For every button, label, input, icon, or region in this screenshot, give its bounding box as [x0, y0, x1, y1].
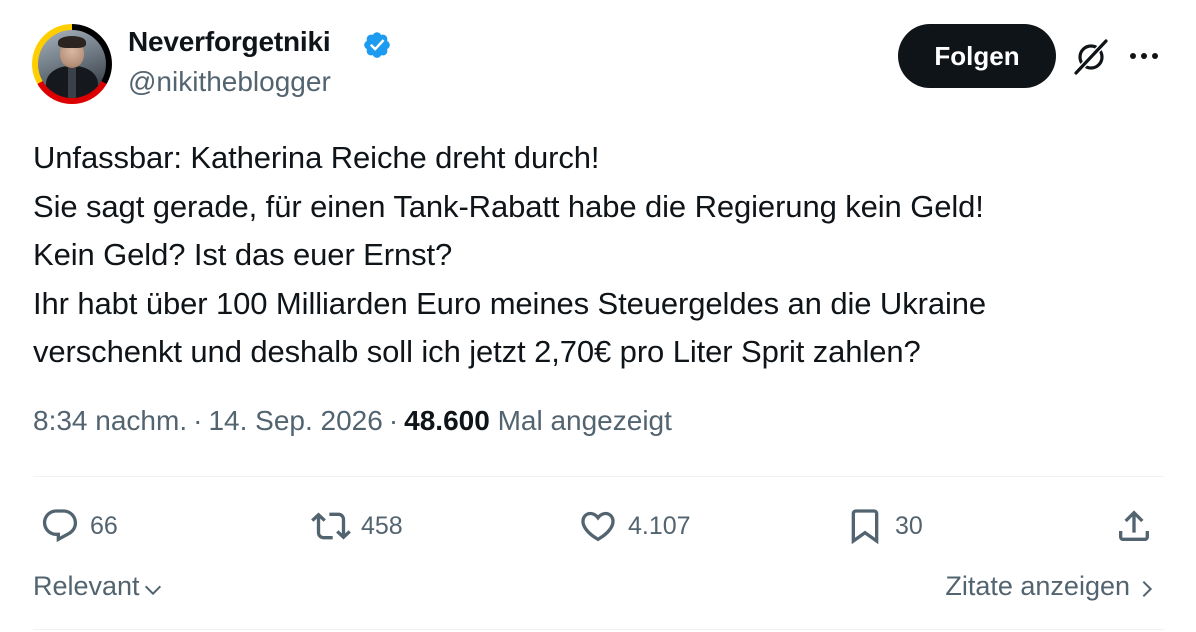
- share-icon: [1119, 510, 1149, 541]
- quotes-label: Zitate anzeigen: [945, 571, 1130, 601]
- reply-count: 66: [90, 511, 118, 540]
- bookmark-icon: [851, 509, 879, 545]
- tweet-line: Unfassbar: Katherina Reiche dreht durch!: [33, 140, 600, 175]
- bookmark-count: 30: [895, 511, 923, 540]
- tweet-meta: 8:34 nachm. · 14. Sep. 2026 · 48.600 Mal ang…: [33, 405, 672, 437]
- reply-button[interactable]: 66: [40, 506, 118, 546]
- like-button[interactable]: 4.107: [578, 506, 691, 546]
- tweet-text: Unfassbar: Katherina Reiche dreht durch!…: [33, 134, 1163, 377]
- like-count: 4.107: [628, 511, 691, 540]
- more-dots-icon[interactable]: [1126, 44, 1162, 68]
- repost-count: 458: [361, 511, 403, 540]
- meta-separator: ·: [388, 405, 399, 436]
- reply-icon: [42, 509, 78, 543]
- tweet-time[interactable]: 8:34 nachm.: [33, 405, 187, 436]
- avatar-hair: [58, 36, 86, 48]
- tweet-line: Ihr habt über 100 Milliarden Euro meines…: [33, 285, 987, 321]
- tweet-line: Sie sagt gerade, für einen Tank-Rabatt h…: [33, 188, 984, 224]
- avatar-photo: [38, 30, 106, 98]
- chevron-right-icon: [1142, 580, 1153, 597]
- tweet-line: Kein Geld? Ist das euer Ernst?: [33, 237, 453, 272]
- share-button[interactable]: [1114, 506, 1154, 546]
- tweet-date[interactable]: 14. Sep. 2026: [208, 405, 382, 436]
- verified-badge-icon[interactable]: [362, 30, 392, 60]
- user-handle[interactable]: @nikitheblogger: [128, 66, 331, 98]
- grok-icon[interactable]: [1072, 38, 1110, 76]
- heart-icon: [581, 511, 615, 542]
- repost-button[interactable]: 458: [311, 506, 403, 546]
- meta-separator: ·: [193, 405, 203, 436]
- chevron-down-icon: [144, 585, 161, 595]
- tweet-line: verschenkt und deshalb soll ich jetzt 2,…: [33, 334, 921, 369]
- follow-button[interactable]: Folgen: [898, 24, 1056, 88]
- sort-dropdown[interactable]: Relevant: [33, 571, 164, 602]
- divider: [33, 629, 1164, 630]
- views-label: Mal angezeigt: [497, 405, 672, 436]
- display-name[interactable]: Neverforgetniki: [128, 26, 331, 58]
- views-count: 48.600: [404, 405, 490, 436]
- avatar-zipper: [68, 68, 76, 98]
- sort-label: Relevant: [33, 571, 140, 601]
- avatar[interactable]: [32, 24, 112, 104]
- view-quotes-link[interactable]: Zitate anzeigen: [945, 571, 1158, 602]
- repost-icon: [311, 512, 351, 540]
- bookmark-button[interactable]: 30: [845, 506, 923, 546]
- divider: [33, 476, 1164, 477]
